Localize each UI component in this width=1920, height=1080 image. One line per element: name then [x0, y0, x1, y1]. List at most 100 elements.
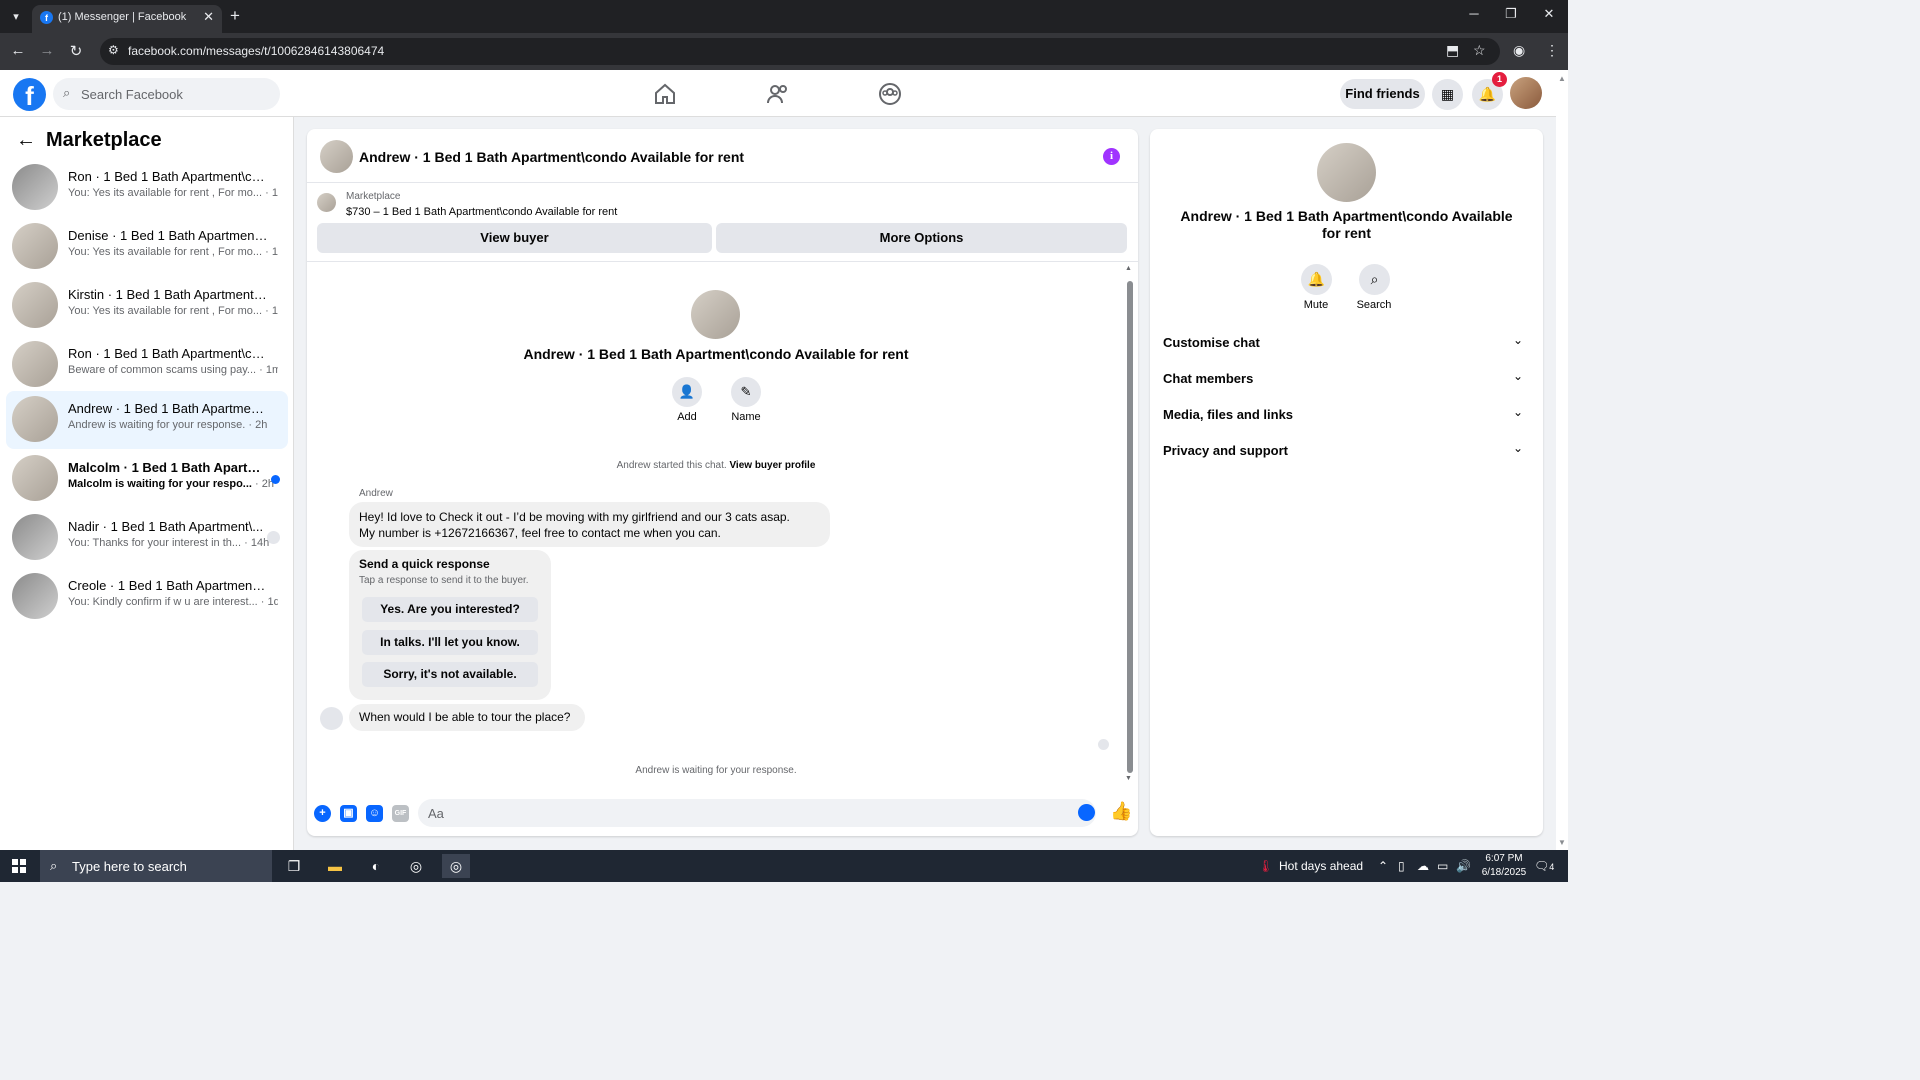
browser-menu-icon[interactable]: ⋮: [1545, 42, 1559, 59]
emoji-icon[interactable]: [1078, 804, 1095, 821]
divider: [307, 261, 1138, 262]
details-avatar[interactable]: [1317, 143, 1376, 202]
facebook-logo-icon[interactable]: f: [13, 78, 46, 111]
page-scrollbar[interactable]: ▲ ▼: [1556, 72, 1568, 850]
back-icon[interactable]: ←: [8, 42, 28, 59]
conversation-item[interactable]: Nadir · 1 Bed 1 Bath Apartment\... You: …: [6, 509, 288, 567]
thumbs-up-icon[interactable]: 👍: [1110, 801, 1132, 822]
weather-text[interactable]: Hot days ahead: [1279, 859, 1363, 873]
chevron-down-icon: ⌄: [1512, 369, 1523, 383]
chevron-down-icon: ⌄: [1512, 441, 1523, 455]
more-options-button[interactable]: More Options: [716, 223, 1127, 253]
file-explorer-icon[interactable]: ▬: [321, 854, 349, 878]
conversation-item-active[interactable]: Andrew · 1 Bed 1 Bath Apartment\... Andr…: [6, 391, 288, 449]
scroll-down-icon[interactable]: ▼: [1558, 838, 1566, 847]
taskbar-search-input[interactable]: ⌕ Type here to search: [40, 850, 272, 882]
site-info-icon[interactable]: ⚙: [108, 43, 119, 57]
view-buyer-profile-link[interactable]: View buyer profile: [729, 460, 815, 471]
clock[interactable]: 6:07 PM 6/18/2025: [1474, 852, 1534, 880]
info-icon[interactable]: i: [1103, 148, 1120, 165]
privacy-support-row[interactable]: Privacy and support ⌄: [1163, 437, 1531, 465]
scroll-down-icon[interactable]: ▼: [1125, 775, 1132, 782]
conversation-name: Malcolm · 1 Bed 1 Bath Apartme...: [68, 460, 268, 475]
friends-icon[interactable]: [766, 82, 790, 106]
network-icon[interactable]: ▭: [1437, 859, 1448, 873]
chat-title[interactable]: Andrew · 1 Bed 1 Bath Apartment\condo Av…: [359, 149, 744, 165]
conversation-item[interactable]: Kirstin · 1 Bed 1 Bath Apartment\c... Yo…: [6, 277, 288, 335]
conversation-item[interactable]: Malcolm · 1 Bed 1 Bath Apartme... Malcol…: [6, 450, 288, 508]
reload-icon[interactable]: ↻: [66, 42, 86, 60]
search-icon[interactable]: ⌕: [1359, 264, 1390, 295]
bookmark-star-icon[interactable]: ☆: [1473, 42, 1486, 59]
facebook-search-input[interactable]: ⌕ Search Facebook: [53, 78, 280, 110]
find-friends-button[interactable]: Find friends: [1340, 79, 1425, 109]
conversation-avatar: [12, 514, 58, 560]
message-input[interactable]: Aa: [418, 799, 1096, 827]
mute-bell-icon[interactable]: 🔔: [1301, 264, 1332, 295]
back-arrow-icon[interactable]: ←: [16, 129, 36, 152]
forward-icon[interactable]: →: [37, 42, 57, 59]
edit-name-pencil-icon[interactable]: ✎: [731, 377, 761, 407]
close-window-icon[interactable]: ✕: [1539, 6, 1559, 22]
quick-response-button[interactable]: Yes. Are you interested?: [362, 597, 538, 622]
chrome-icon[interactable]: ◎: [402, 854, 430, 878]
scroll-up-icon[interactable]: ▲: [1558, 74, 1566, 83]
conversation-item[interactable]: Denise · 1 Bed 1 Bath Apartment\c... You…: [6, 218, 288, 276]
listing-title[interactable]: $730 – 1 Bed 1 Bath Apartment\condo Avai…: [346, 206, 617, 218]
home-icon[interactable]: [653, 82, 677, 106]
new-tab-icon[interactable]: +: [230, 6, 240, 26]
gif-icon[interactable]: GIF: [392, 805, 409, 822]
account-avatar[interactable]: [1510, 77, 1542, 109]
sticker-icon[interactable]: ☺: [366, 805, 383, 822]
conversation-avatar: [12, 341, 58, 387]
conversation-preview: You: Yes its available for rent , For mo…: [68, 305, 278, 317]
notification-center-icon[interactable]: 🗨4: [1534, 859, 1554, 873]
weather-thermometer-icon[interactable]: 🌡: [1258, 859, 1273, 873]
plus-icon[interactable]: +: [314, 805, 331, 822]
chat-started-note: Andrew started this chat. View buyer pro…: [616, 460, 816, 471]
message-bubble[interactable]: When would I be able to tour the place?: [349, 704, 585, 731]
sender-avatar-icon[interactable]: [320, 707, 343, 730]
task-view-icon[interactable]: ❐: [280, 854, 308, 878]
tab-search-chevron-icon[interactable]: ▾: [6, 7, 26, 27]
tab-close-icon[interactable]: ✕: [203, 9, 214, 25]
conversation-preview: You: Yes its available for rent , For mo…: [68, 246, 278, 258]
add-person-icon[interactable]: 👤: [672, 377, 702, 407]
tray-device-icon[interactable]: ▯: [1398, 859, 1405, 873]
customise-chat-row[interactable]: Customise chat ⌄: [1163, 329, 1531, 357]
conversation-item[interactable]: Ron · 1 Bed 1 Bath Apartment\con... Bewa…: [6, 336, 288, 394]
restore-icon[interactable]: ❐: [1501, 6, 1521, 22]
install-app-icon[interactable]: ⬒: [1446, 42, 1459, 59]
profile-icon[interactable]: ◉: [1513, 42, 1525, 59]
photo-icon[interactable]: ▣: [340, 805, 357, 822]
tray-cloud-icon[interactable]: ☁: [1417, 859, 1429, 873]
view-buyer-button[interactable]: View buyer: [317, 223, 712, 253]
app-icon[interactable]: ◐: [362, 854, 390, 878]
tray-chevron-up-icon[interactable]: ⌃: [1378, 859, 1388, 873]
browser-tab[interactable]: f (1) Messenger | Facebook ✕: [32, 5, 222, 33]
volume-icon[interactable]: 🔊: [1456, 859, 1471, 873]
conversation-preview: You: Yes its available for rent , For mo…: [68, 187, 278, 199]
search-icon: ⌕: [63, 85, 71, 100]
chrome-active-icon[interactable]: ◎: [442, 854, 470, 878]
chat-members-row[interactable]: Chat members ⌄: [1163, 365, 1531, 393]
groups-icon[interactable]: [878, 82, 902, 106]
windows-start-icon[interactable]: [12, 859, 26, 873]
scroll-up-icon[interactable]: ▲: [1125, 265, 1132, 272]
conversation-name: Kirstin · 1 Bed 1 Bath Apartment\c...: [68, 287, 268, 302]
unread-dot-icon: [271, 475, 280, 484]
conversation-item[interactable]: Creole · 1 Bed 1 Bath Apartment\c... You…: [6, 568, 288, 626]
quick-response-button[interactable]: In talks. I'll let you know.: [362, 630, 538, 655]
menu-grid-icon[interactable]: ▦: [1432, 79, 1463, 110]
media-files-links-row[interactable]: Media, files and links ⌄: [1163, 401, 1531, 429]
quick-response-button[interactable]: Sorry, it's not available.: [362, 662, 538, 687]
profile-avatar[interactable]: [691, 290, 740, 339]
chat-avatar[interactable]: [320, 140, 353, 173]
add-label: Add: [677, 411, 697, 423]
conversation-item[interactable]: Ron · 1 Bed 1 Bath Apartment\con... You:…: [6, 159, 288, 217]
minimize-icon[interactable]: ─: [1464, 6, 1484, 21]
url-field[interactable]: ⚙ facebook.com/messages/t/10062846143806…: [100, 38, 1500, 65]
message-bubble[interactable]: Hey! Id love to Check it out - I’d be mo…: [349, 502, 830, 547]
chat-header: Andrew · 1 Bed 1 Bath Apartment\condo Av…: [307, 129, 1138, 183]
chat-scrollbar[interactable]: [1127, 281, 1133, 773]
